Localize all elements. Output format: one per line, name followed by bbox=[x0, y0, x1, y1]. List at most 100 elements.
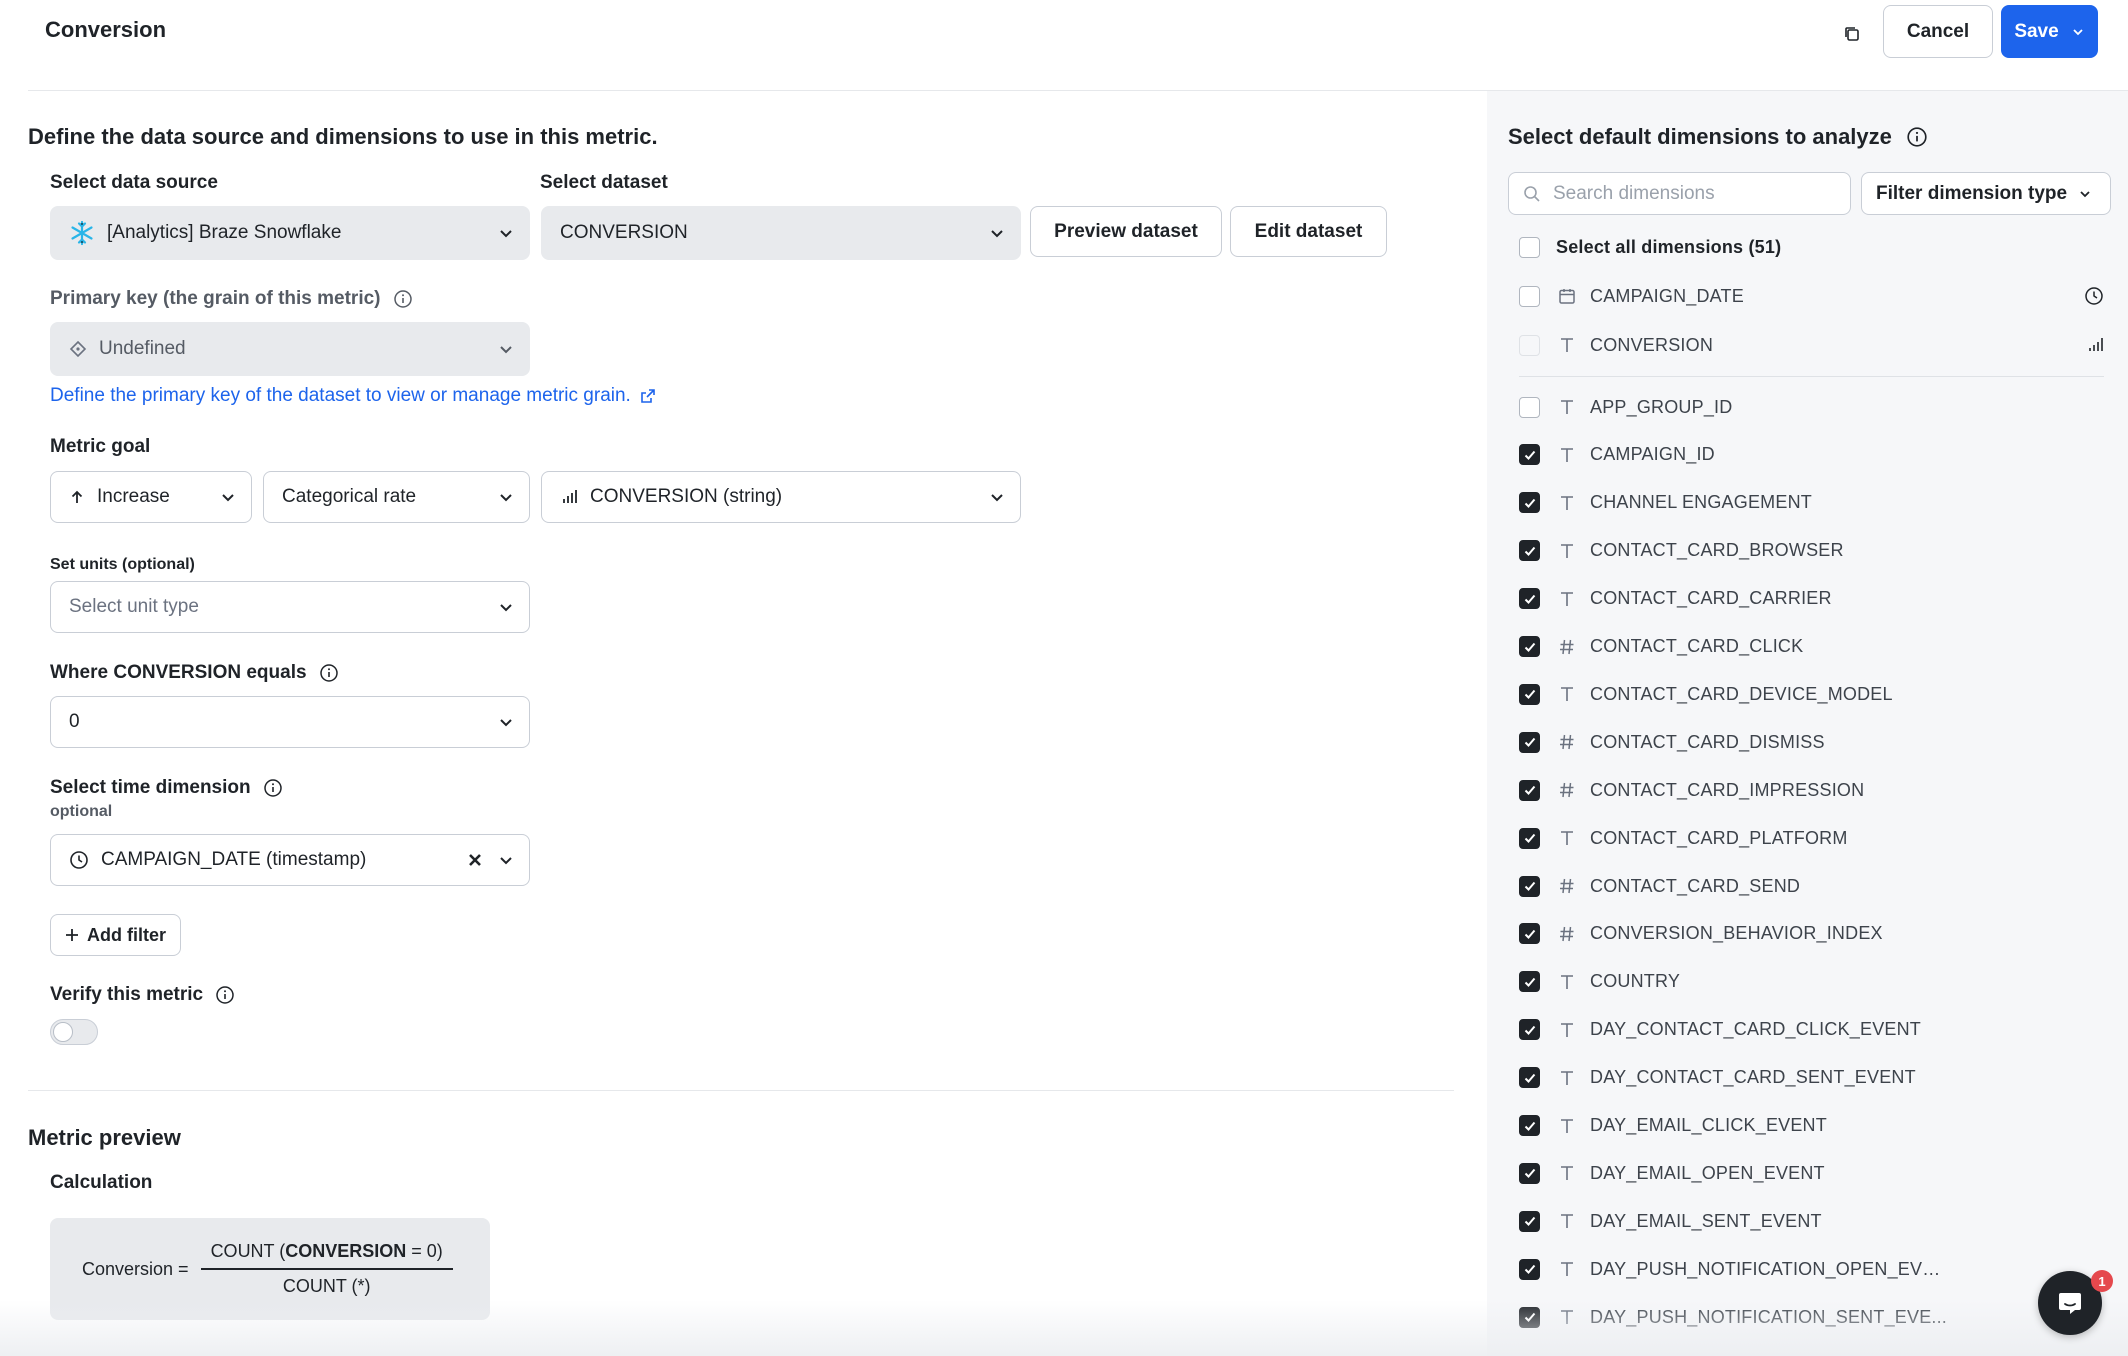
dimension-row[interactable]: CONVERSION bbox=[1519, 327, 2104, 363]
dimension-name: CAMPAIGN_ID bbox=[1590, 444, 1715, 465]
dimension-row[interactable]: DAY_EMAIL_CLICK_EVENT bbox=[1519, 1108, 2104, 1144]
dimension-checkbox[interactable] bbox=[1519, 396, 1540, 418]
dimension-checkbox[interactable] bbox=[1519, 1115, 1540, 1136]
dimension-row[interactable]: DAY_CONTACT_CARD_SENT_EVENT bbox=[1519, 1060, 2104, 1096]
dimension-checkbox[interactable] bbox=[1519, 285, 1540, 307]
dimension-checkbox[interactable] bbox=[1519, 444, 1540, 466]
dimension-row[interactable]: CAMPAIGN_DATE bbox=[1519, 278, 2104, 314]
goal-column-value: CONVERSION (string) bbox=[590, 486, 783, 507]
clock-icon bbox=[69, 850, 89, 870]
dimension-checkbox[interactable] bbox=[1519, 1210, 1540, 1232]
dimension-checkbox[interactable] bbox=[1519, 1067, 1540, 1089]
info-icon[interactable] bbox=[215, 985, 235, 1005]
dimension-checkbox[interactable] bbox=[1519, 636, 1540, 657]
dimension-checkbox[interactable] bbox=[1519, 1258, 1540, 1280]
dataset-select[interactable]: CONVERSION bbox=[541, 206, 1021, 260]
save-button[interactable]: Save bbox=[2001, 5, 2098, 58]
dimension-row[interactable]: CONTACT_CARD_IMPRESSION bbox=[1519, 772, 2104, 808]
goal-type-value: Categorical rate bbox=[282, 486, 417, 507]
dimension-row[interactable]: DAY_CONTACT_CARD_CLICK_EVENT bbox=[1519, 1012, 2104, 1048]
calculation-label: Calculation bbox=[50, 1172, 153, 1193]
dimension-row[interactable]: COUNTRY bbox=[1519, 964, 2104, 1000]
pinned-divider bbox=[1519, 376, 2104, 377]
dimension-row[interactable]: CONTACT_CARD_CLICK bbox=[1519, 629, 2104, 665]
dimension-row[interactable]: CONTACT_CARD_DISMISS bbox=[1519, 724, 2104, 760]
goal-type-select[interactable]: Categorical rate bbox=[263, 471, 530, 523]
primary-key-select[interactable]: Undefined bbox=[50, 322, 530, 376]
select-all-row[interactable]: Select all dimensions (51) bbox=[1519, 229, 2104, 265]
dimension-row[interactable]: CONTACT_CARD_PLATFORM bbox=[1519, 820, 2104, 856]
text-type-icon bbox=[1556, 398, 1578, 416]
hash-icon bbox=[1556, 638, 1578, 656]
unit-type-select[interactable]: Select unit type bbox=[50, 581, 530, 633]
dimension-checkbox[interactable] bbox=[1519, 492, 1540, 514]
dimension-name: CONTACT_CARD_CARRIER bbox=[1590, 588, 1832, 609]
dimension-row[interactable]: CONTACT_CARD_CARRIER bbox=[1519, 581, 2104, 617]
dimension-checkbox[interactable] bbox=[1519, 1019, 1540, 1041]
data-source-label: Select data source bbox=[50, 172, 218, 193]
dimension-row[interactable]: DAY_EMAIL_SENT_EVENT bbox=[1519, 1203, 2104, 1239]
time-dimension-select[interactable]: CAMPAIGN_DATE (timestamp) bbox=[50, 834, 530, 886]
goal-column-select[interactable]: CONVERSION (string) bbox=[541, 471, 1021, 523]
chevron-down-icon[interactable] bbox=[2071, 25, 2085, 39]
chevron-down-icon bbox=[497, 713, 515, 731]
where-label: Where CONVERSION equals bbox=[50, 662, 307, 683]
dimension-row[interactable]: DAY_PUSH_NOTIFICATION_OPEN_EVE... bbox=[1519, 1251, 2104, 1287]
dimension-checkbox[interactable] bbox=[1519, 779, 1540, 801]
select-all-checkbox[interactable] bbox=[1519, 236, 1540, 258]
dimension-row[interactable]: CONTACT_CARD_DEVICE_MODEL bbox=[1519, 676, 2104, 712]
where-value-select[interactable]: 0 bbox=[50, 696, 530, 748]
dimension-row[interactable]: DAY_PUSH_NOTIFICATION_SENT_EVE... bbox=[1519, 1299, 2104, 1335]
clock-icon bbox=[2084, 286, 2104, 306]
verify-toggle[interactable] bbox=[50, 1019, 98, 1045]
dimension-checkbox[interactable] bbox=[1519, 827, 1540, 849]
unit-type-placeholder: Select unit type bbox=[69, 596, 199, 617]
primary-key-label: Primary key (the grain of this metric) bbox=[50, 288, 381, 309]
chevron-down-icon bbox=[497, 224, 515, 242]
preview-dataset-button[interactable]: Preview dataset bbox=[1030, 206, 1222, 257]
chevron-down-icon bbox=[497, 598, 515, 616]
info-icon[interactable] bbox=[263, 778, 283, 798]
calculation-box: Conversion = COUNT (CONVERSION = 0) COUN… bbox=[50, 1218, 490, 1320]
clear-icon[interactable] bbox=[467, 852, 483, 868]
dimension-row[interactable]: APP_GROUP_ID bbox=[1519, 389, 2104, 425]
dimension-row[interactable]: CONTACT_CARD_SEND bbox=[1519, 868, 2104, 904]
dimension-checkbox[interactable] bbox=[1519, 731, 1540, 753]
chevron-down-icon bbox=[497, 488, 515, 506]
data-source-select[interactable]: [Analytics] Braze Snowflake bbox=[50, 206, 530, 260]
save-button-label: Save bbox=[2014, 20, 2059, 42]
info-icon[interactable] bbox=[1906, 126, 1928, 148]
dimension-name: CONTACT_CARD_BROWSER bbox=[1590, 540, 1844, 561]
duplicate-icon[interactable] bbox=[1836, 18, 1868, 50]
primary-key-link[interactable]: Define the primary key of the dataset to… bbox=[50, 385, 657, 407]
dimension-checkbox[interactable] bbox=[1519, 588, 1540, 610]
dimension-name: CONTACT_CARD_SEND bbox=[1590, 875, 1801, 896]
dimension-checkbox[interactable] bbox=[1519, 1306, 1540, 1328]
units-label: Set units (optional) bbox=[50, 556, 195, 573]
dimension-row[interactable]: CONTACT_CARD_BROWSER bbox=[1519, 533, 2104, 569]
dimension-name: DAY_CONTACT_CARD_CLICK_EVENT bbox=[1590, 1019, 1922, 1040]
info-icon[interactable] bbox=[393, 289, 413, 309]
dimension-name: CONTACT_CARD_PLATFORM bbox=[1590, 827, 1848, 848]
edit-dataset-button[interactable]: Edit dataset bbox=[1230, 206, 1387, 257]
dimension-row[interactable]: CONVERSION_BEHAVIOR_INDEX bbox=[1519, 916, 2104, 952]
goal-direction-select[interactable]: Increase bbox=[50, 471, 252, 523]
dimension-checkbox[interactable] bbox=[1519, 923, 1540, 945]
search-dimensions[interactable]: Search dimensions bbox=[1508, 172, 1851, 215]
dimension-name: APP_GROUP_ID bbox=[1590, 396, 1733, 417]
dimension-checkbox[interactable] bbox=[1519, 875, 1540, 897]
dimension-row[interactable]: CHANNEL ENGAGEMENT bbox=[1519, 485, 2104, 521]
cancel-button[interactable]: Cancel bbox=[1883, 5, 1993, 58]
dimension-checkbox[interactable] bbox=[1519, 540, 1540, 562]
dimension-checkbox[interactable] bbox=[1519, 334, 1540, 356]
add-filter-button[interactable]: Add filter bbox=[50, 914, 181, 956]
dimension-row[interactable]: CAMPAIGN_ID bbox=[1519, 437, 2104, 473]
filter-dimension-type-button[interactable]: Filter dimension type bbox=[1861, 172, 2111, 215]
dimension-row[interactable]: DAY_EMAIL_OPEN_EVENT bbox=[1519, 1155, 2104, 1191]
hash-icon bbox=[1556, 733, 1578, 751]
info-icon[interactable] bbox=[319, 663, 339, 683]
dimension-checkbox[interactable] bbox=[1519, 683, 1540, 705]
dimension-checkbox[interactable] bbox=[1519, 971, 1540, 993]
dimension-checkbox[interactable] bbox=[1519, 1162, 1540, 1184]
filter-type-label: Filter dimension type bbox=[1876, 182, 2068, 204]
